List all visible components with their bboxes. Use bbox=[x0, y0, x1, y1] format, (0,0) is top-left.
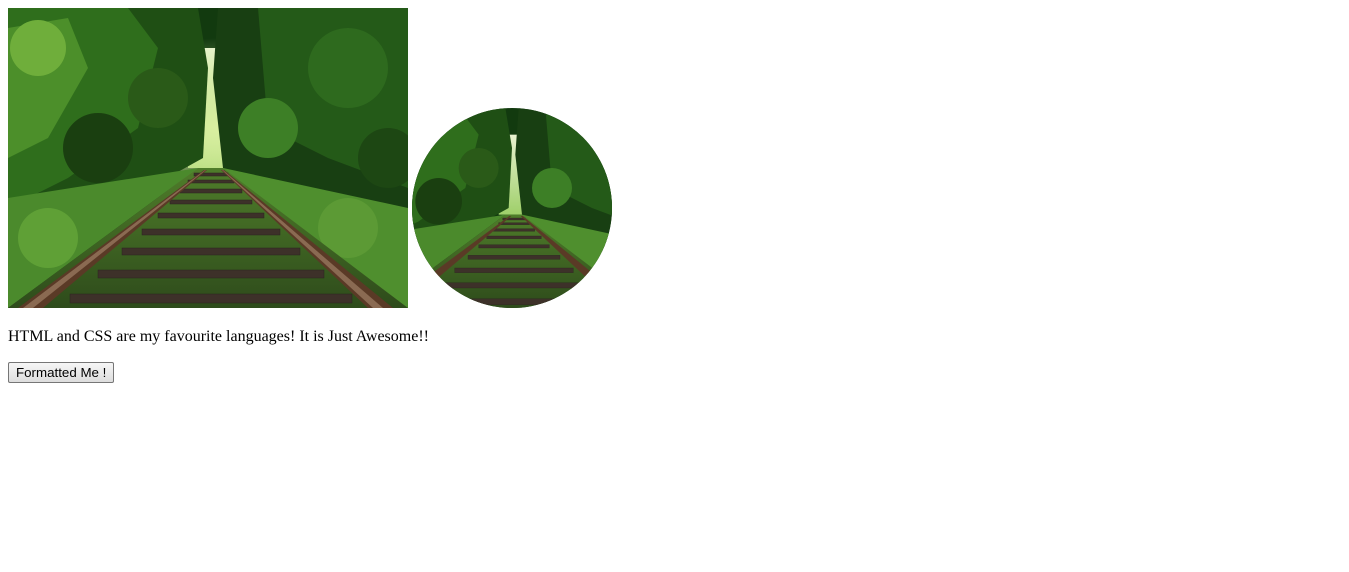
railway-photo-rounded bbox=[412, 108, 612, 308]
railway-photo-graphic bbox=[8, 8, 408, 308]
railway-photo-rounded-graphic bbox=[412, 108, 612, 308]
railway-photo bbox=[8, 8, 408, 308]
formatted-me-button[interactable]: Formatted Me ! bbox=[8, 362, 115, 383]
page: HTML and CSS are my favourite languages!… bbox=[0, 0, 1349, 572]
caption-text: HTML and CSS are my favourite languages!… bbox=[8, 328, 429, 345]
